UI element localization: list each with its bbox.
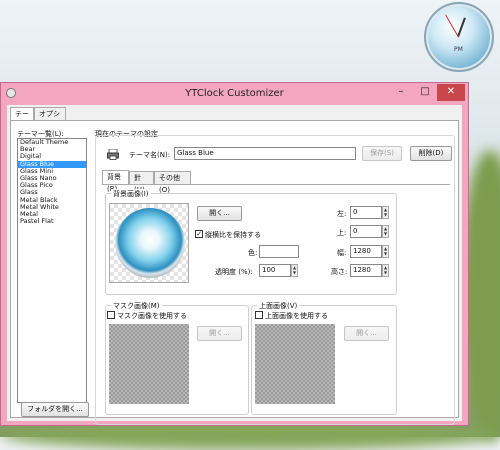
printer-icon: [107, 148, 119, 160]
top-stepper[interactable]: ▲ ▼: [382, 225, 389, 238]
keep-aspect-checkbox[interactable]: ✓: [195, 230, 203, 238]
use-overlay-label: 上面画像を使用する: [265, 312, 328, 320]
tab-options[interactable]: オプション: [34, 107, 66, 130]
background-image-group-title: 背景画像(I): [111, 189, 151, 199]
subtab-background[interactable]: 背景(B): [102, 170, 129, 193]
customizer-window: YTClock Customizer – □ ✕ テーマ オプション テーマ一覧…: [0, 82, 469, 426]
open-folder-button[interactable]: フォルダを開く...: [21, 402, 89, 417]
mask-image-preview: [109, 324, 189, 404]
width-label: 幅:: [337, 249, 347, 257]
top-label: 上:: [337, 229, 347, 237]
color-label: 色:: [248, 249, 258, 257]
theme-name-input[interactable]: Glass Blue: [174, 147, 356, 160]
color-field[interactable]: [259, 245, 299, 258]
list-item[interactable]: Pastel Flat: [18, 217, 86, 225]
subtab-hands[interactable]: 針(H): [129, 171, 154, 194]
tab-theme[interactable]: テーマ: [10, 107, 34, 130]
left-label: 左:: [337, 210, 347, 218]
background-image-preview: [109, 203, 189, 283]
height-field[interactable]: 1280: [350, 264, 382, 277]
left-field[interactable]: 0: [350, 206, 382, 219]
subtab-other[interactable]: その他(O): [154, 171, 191, 194]
height-stepper[interactable]: ▲ ▼: [382, 264, 389, 277]
use-overlay-checkbox[interactable]: [255, 311, 263, 319]
theme-list[interactable]: Default Theme Bear Digital Glass Blue Gl…: [17, 138, 87, 403]
height-label: 高さ:: [331, 268, 348, 276]
overlay-open-button[interactable]: 開く...: [344, 326, 389, 341]
use-mask-checkbox[interactable]: [107, 311, 115, 319]
delete-button[interactable]: 削除(D): [410, 146, 452, 161]
width-field[interactable]: 1280: [350, 245, 382, 258]
minimize-button[interactable]: –: [390, 84, 412, 101]
width-stepper[interactable]: ▲ ▼: [382, 245, 389, 258]
theme-tab-panel: テーマ一覧(L): Default Theme Bear Digital Gla…: [10, 120, 459, 425]
opacity-stepper[interactable]: ▲ ▼: [291, 264, 298, 277]
mask-open-button[interactable]: 開く...: [197, 326, 242, 341]
subtab-panel: [102, 184, 450, 185]
overlay-image-group-title: 上面画像(V): [257, 301, 300, 311]
glass-clock-preview: [115, 208, 185, 278]
theme-name-label: テーマ名(N):: [129, 151, 171, 159]
keep-aspect-label: 縦横比を保持する: [205, 231, 261, 239]
save-button[interactable]: 保存(S): [362, 146, 402, 161]
desktop-clock-widget[interactable]: PM: [424, 2, 494, 72]
close-button[interactable]: ✕: [437, 84, 465, 101]
mask-image-group-title: マスク画像(M): [111, 301, 162, 311]
minute-hand: [445, 14, 459, 38]
clock-ampm-label: PM: [454, 46, 463, 53]
opacity-field[interactable]: 100: [259, 264, 291, 277]
opacity-label: 透明度 (%):: [215, 268, 253, 276]
left-stepper[interactable]: ▲ ▼: [382, 206, 389, 219]
title-bar[interactable]: YTClock Customizer – □ ✕: [1, 83, 468, 104]
overlay-image-preview: [255, 324, 335, 404]
hour-hand: [457, 17, 466, 37]
use-mask-label: マスク画像を使用する: [117, 312, 187, 320]
background-open-button[interactable]: 開く...: [197, 206, 242, 221]
maximize-button[interactable]: □: [414, 84, 436, 101]
window-client-area: テーマ オプション テーマ一覧(L): Default Theme Bear D…: [7, 105, 462, 425]
top-field[interactable]: 0: [350, 225, 382, 238]
